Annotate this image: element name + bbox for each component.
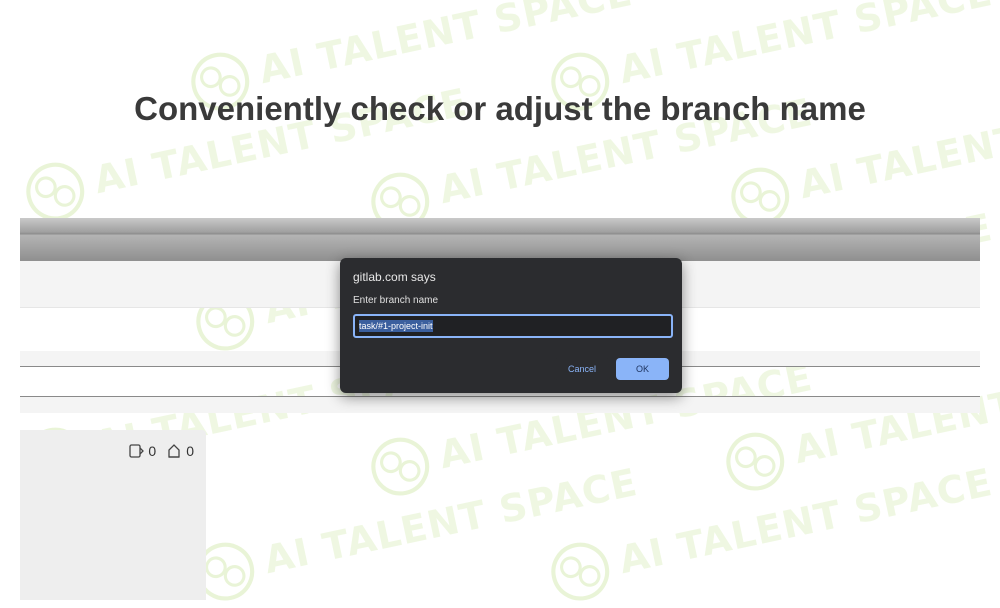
page-heading: Conveniently check or adjust the branch … xyxy=(134,90,866,127)
merge-request-count: 0 xyxy=(148,442,157,459)
browser-toolbar xyxy=(20,218,980,261)
ok-button[interactable]: OK xyxy=(616,358,669,380)
cancel-button[interactable]: Cancel xyxy=(554,358,610,380)
issue-icon xyxy=(166,442,182,459)
board-column: 0 0 xyxy=(20,430,206,600)
dialog-title: gitlab.com says xyxy=(353,270,436,284)
column-counts: 0 0 xyxy=(128,442,194,459)
branch-name-value: task/#1-project-init xyxy=(359,320,433,332)
merge-request-icon xyxy=(128,442,145,459)
dialog-message: Enter branch name xyxy=(353,295,439,306)
branch-name-input[interactable]: task/#1-project-init xyxy=(353,314,673,338)
issue-count: 0 xyxy=(186,442,194,459)
content-band xyxy=(20,397,980,413)
